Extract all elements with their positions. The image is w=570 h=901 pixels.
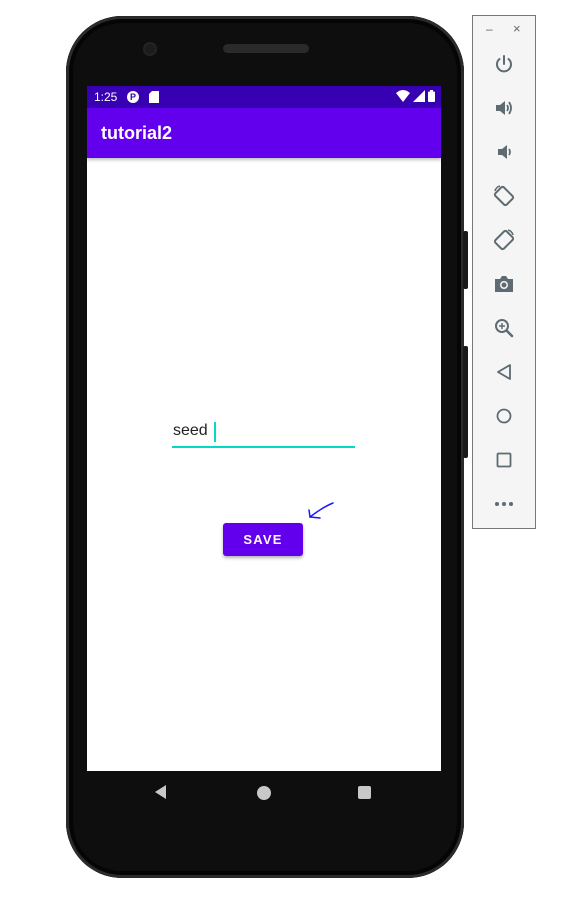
- wifi-icon: [396, 90, 410, 102]
- rotate-right-icon: [493, 229, 515, 251]
- power-icon: [496, 55, 512, 73]
- rotate-right-button[interactable]: [489, 225, 519, 255]
- cell-signal-icon: [413, 90, 425, 102]
- volume-up-button[interactable]: [489, 93, 519, 123]
- battery-icon: [428, 90, 435, 102]
- app-title: tutorial2: [101, 123, 173, 143]
- volume-down-button[interactable]: [489, 137, 519, 167]
- camera-icon: [495, 276, 513, 292]
- status-icons: [396, 90, 435, 102]
- status-time: 1:25: [94, 90, 118, 104]
- app-bar: tutorial2: [87, 108, 441, 158]
- zoom-button[interactable]: [489, 313, 519, 343]
- nav-home-icon[interactable]: [257, 786, 271, 800]
- rotate-left-icon: [493, 185, 515, 207]
- text-input-field[interactable]: seed: [172, 418, 355, 448]
- home-button[interactable]: [489, 401, 519, 431]
- back-button[interactable]: [489, 357, 519, 387]
- nav-recents-icon[interactable]: [358, 786, 371, 799]
- screenshot-button[interactable]: [489, 269, 519, 299]
- status-bar: 1:25 P: [87, 86, 441, 108]
- notification-p-icon: P: [127, 91, 139, 103]
- device-screen: 1:25 P tutorial2 seed SAVE: [87, 86, 441, 771]
- close-button[interactable]: ×: [513, 21, 521, 36]
- front-camera: [145, 44, 155, 54]
- rotate-left-button[interactable]: [489, 181, 519, 211]
- phone-volume-key: [463, 346, 468, 458]
- more-icon: [495, 502, 513, 506]
- overview-icon: [496, 452, 512, 468]
- emulator-toolbar: – ×: [472, 15, 536, 529]
- overview-button[interactable]: [489, 445, 519, 475]
- home-icon: [496, 408, 512, 424]
- text-input-value: seed: [173, 422, 208, 439]
- minimize-button[interactable]: –: [486, 22, 493, 36]
- power-button[interactable]: [489, 49, 519, 79]
- more-button[interactable]: [489, 489, 519, 519]
- save-button[interactable]: SAVE: [223, 523, 303, 556]
- text-cursor: [214, 422, 216, 442]
- annotation-arrow-icon: [308, 502, 334, 519]
- zoom-icon: [495, 319, 514, 338]
- volume-down-icon: [498, 145, 511, 159]
- sd-card-icon: [149, 91, 159, 103]
- phone-power-key: [463, 231, 468, 289]
- nav-back-icon[interactable]: [155, 785, 167, 799]
- navigation-bar: [87, 771, 441, 815]
- earpiece-speaker: [223, 44, 309, 53]
- volume-up-icon: [496, 101, 512, 115]
- back-icon: [497, 364, 511, 380]
